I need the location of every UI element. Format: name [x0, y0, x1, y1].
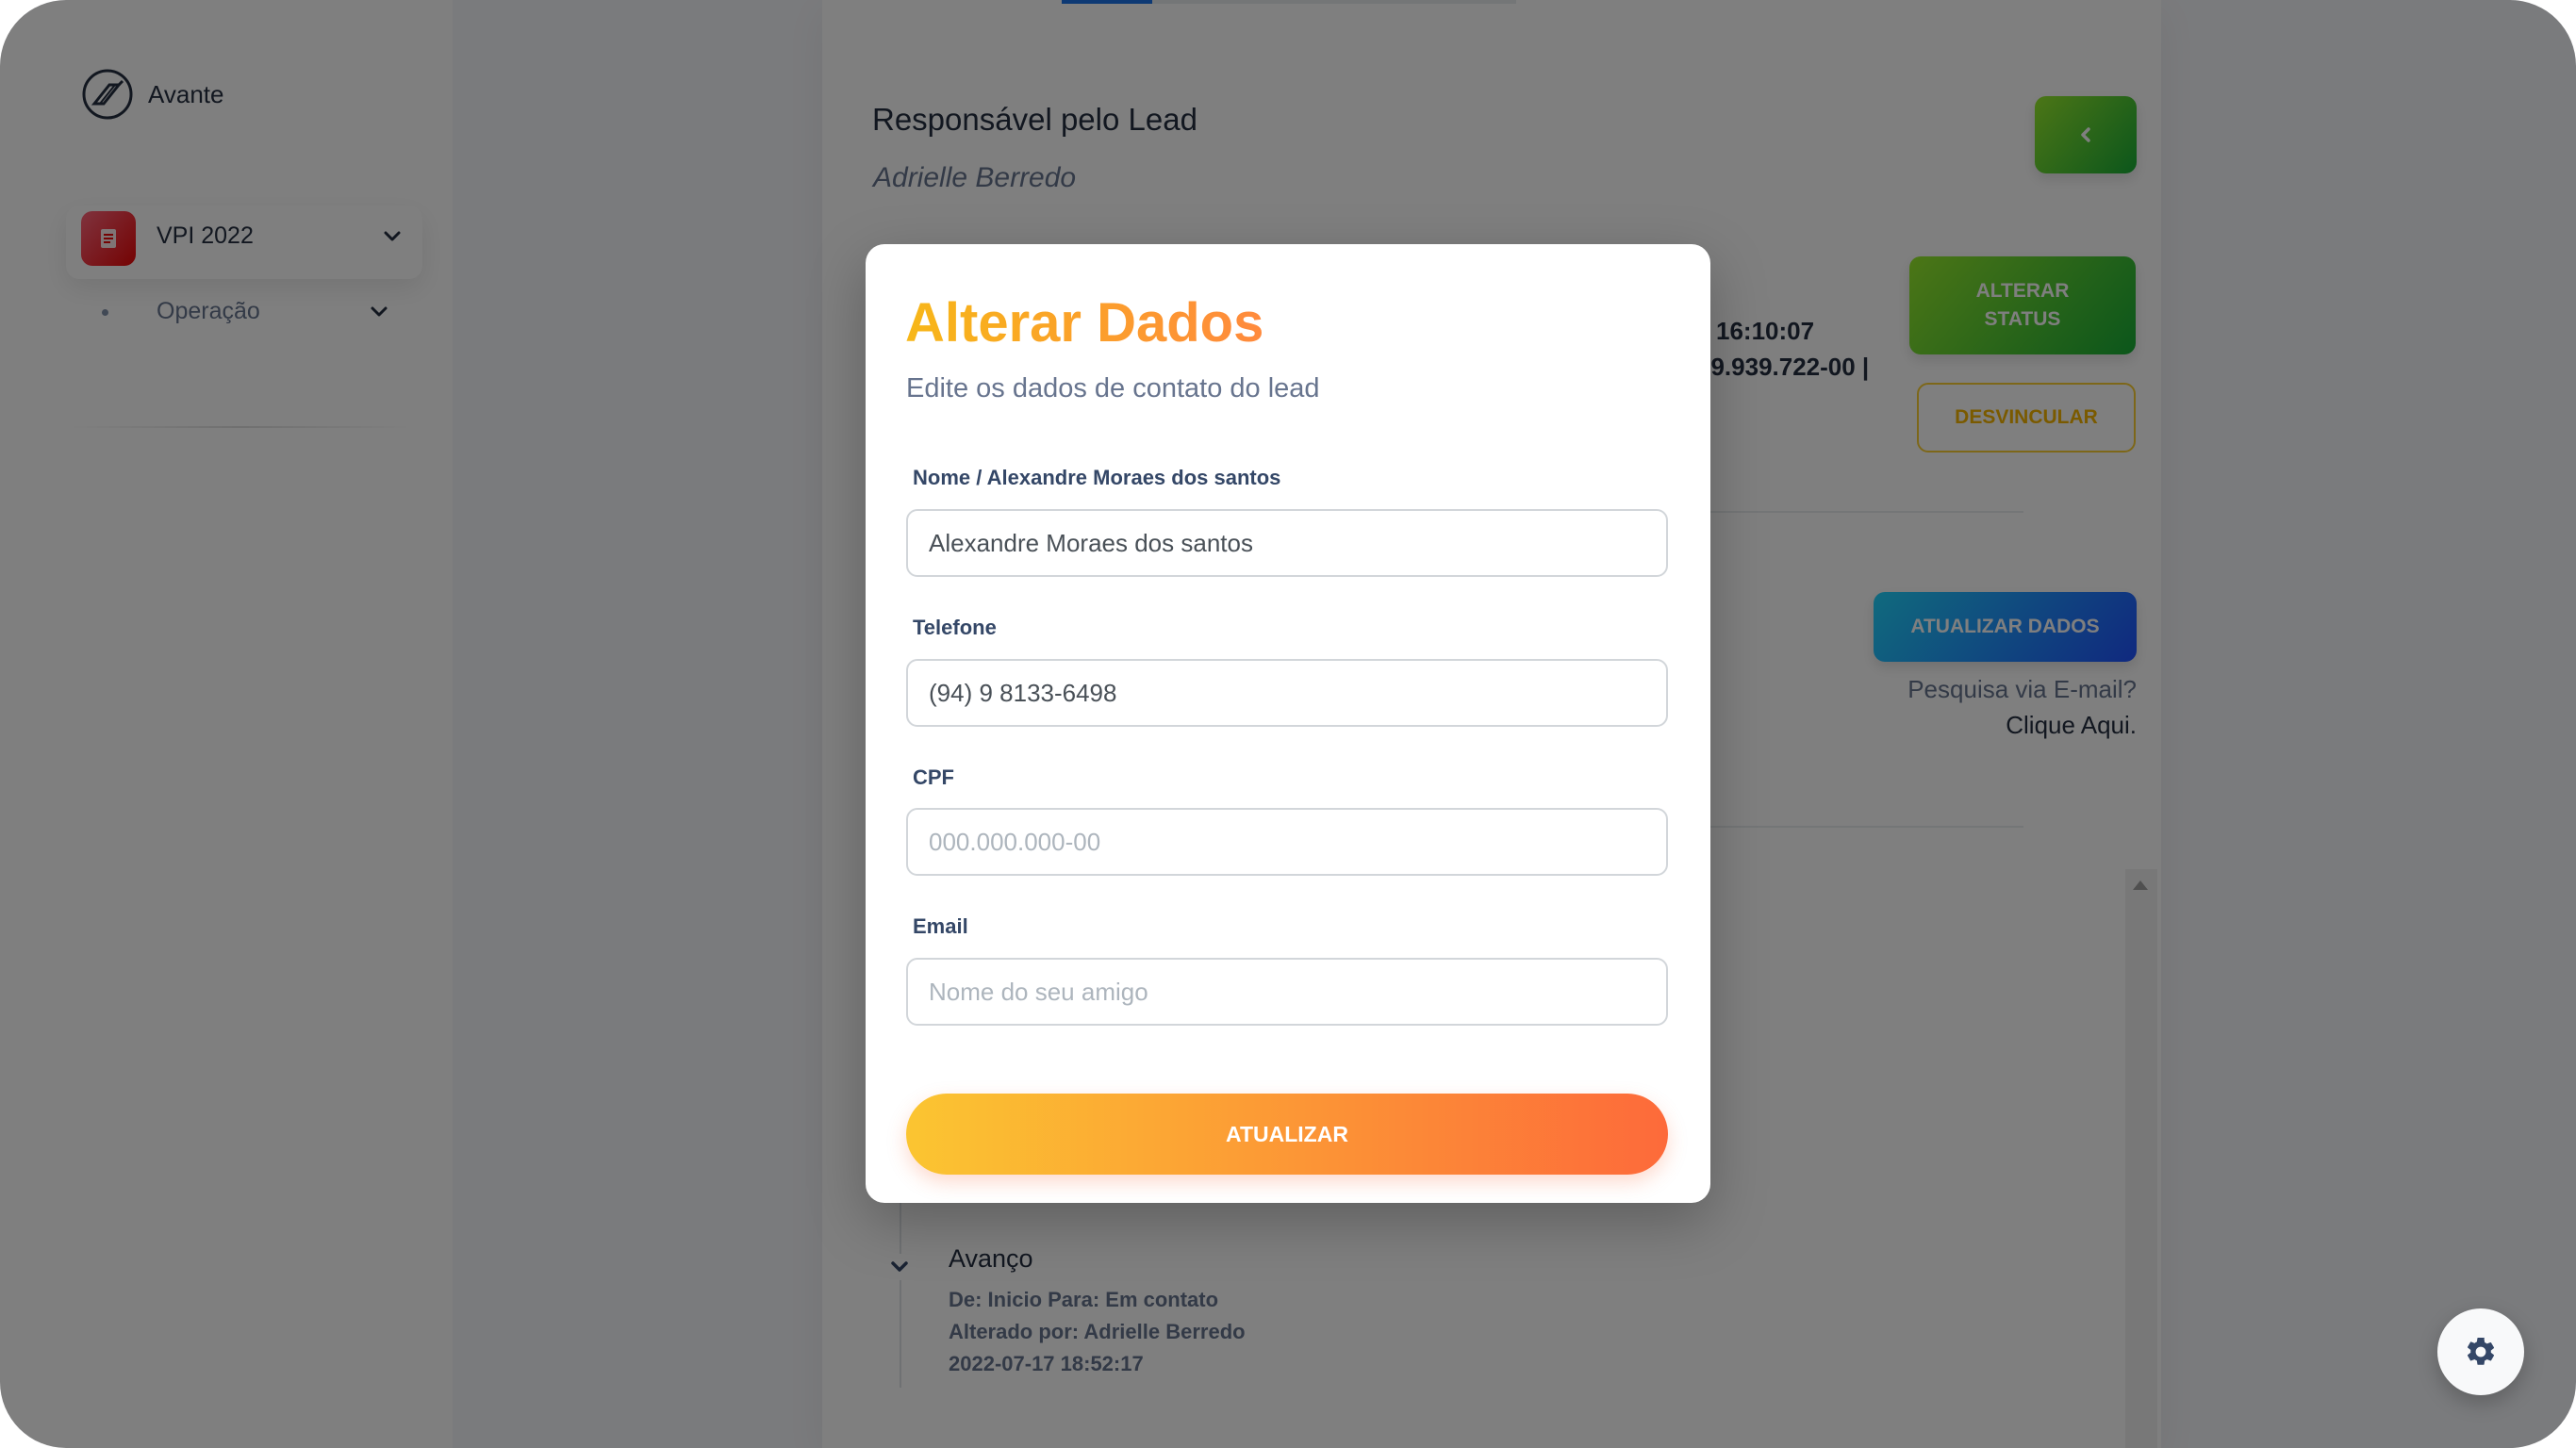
app-window: Avante VPI 2022 Operação — [0, 0, 2576, 1448]
cpf-field[interactable] — [906, 808, 1668, 876]
cpf-field-label: CPF — [913, 765, 954, 789]
edit-lead-modal: Alterar Dados Edite os dados de contato … — [866, 244, 1710, 1203]
email-field-label: Email — [913, 914, 968, 938]
phone-field[interactable] — [906, 659, 1668, 727]
name-field[interactable] — [906, 509, 1668, 577]
modal-subtitle: Edite os dados de contato do lead — [906, 373, 1320, 403]
gear-icon — [2467, 1337, 2495, 1365]
name-field-label: Nome / Alexandre Moraes dos santos — [913, 466, 1281, 489]
modal-title: Alterar Dados — [905, 292, 1264, 354]
submit-update-button[interactable]: ATUALIZAR — [906, 1094, 1668, 1175]
settings-button[interactable] — [2437, 1308, 2524, 1395]
phone-field-label: Telefone — [913, 616, 997, 639]
email-field[interactable] — [906, 958, 1668, 1026]
